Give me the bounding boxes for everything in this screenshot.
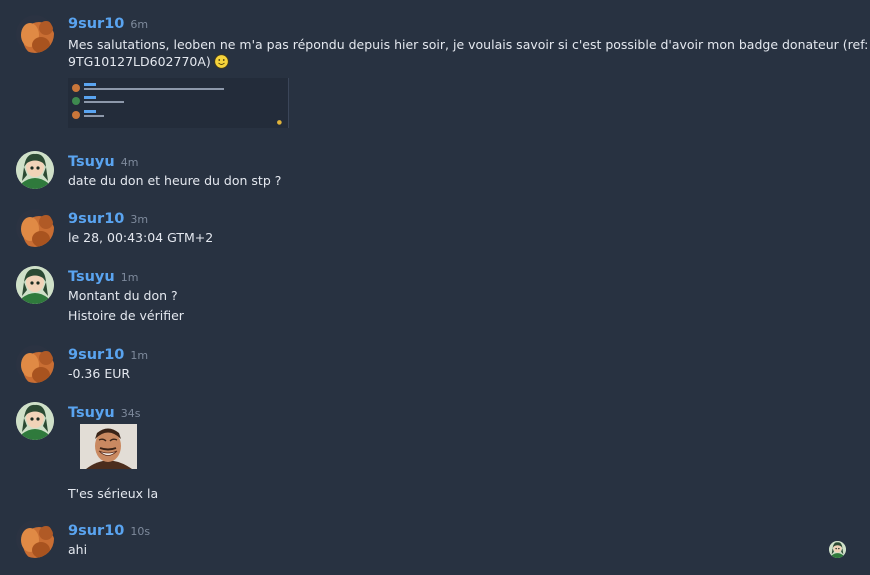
timestamp: 4m xyxy=(120,156,139,169)
laughing-man-icon xyxy=(80,424,137,469)
avatar[interactable] xyxy=(16,402,54,440)
message-header: Tsuyu 4m xyxy=(68,151,138,170)
timestamp: 10s xyxy=(130,525,151,538)
read-receipt-avatar-icon[interactable] xyxy=(829,541,846,558)
username[interactable]: 9sur10 xyxy=(68,347,124,363)
orange-character-avatar-icon xyxy=(16,15,54,53)
orange-character-avatar-icon xyxy=(16,209,54,247)
timestamp: 3m xyxy=(130,213,149,226)
avatar[interactable] xyxy=(16,266,54,304)
username[interactable]: 9sur10 xyxy=(68,16,124,32)
avatar[interactable] xyxy=(16,345,54,383)
slightly-smiling-emoji-icon xyxy=(214,54,229,69)
message-text-line-2: 9TG10127LD602770A) xyxy=(68,54,229,69)
message-text-fragment: 9TG10127LD602770A) xyxy=(68,54,211,69)
username[interactable]: Tsuyu xyxy=(68,154,115,170)
timestamp: 1m xyxy=(130,349,149,362)
message-text: Mes salutations, leoben ne m'a pas répon… xyxy=(68,37,869,52)
orange-character-avatar-icon xyxy=(16,345,54,383)
message-text: Histoire de vérifier xyxy=(68,308,184,323)
green-character-avatar-icon xyxy=(829,541,846,558)
green-character-avatar-icon xyxy=(16,402,54,440)
message-text: T'es sérieux la xyxy=(68,486,159,501)
message-header: Tsuyu 1m xyxy=(68,266,138,285)
message-header: 9sur10 6m xyxy=(68,13,148,32)
avatar[interactable] xyxy=(16,209,54,247)
message-header: 9sur10 3m xyxy=(68,208,148,227)
timestamp: 34s xyxy=(120,407,141,420)
message-header: 9sur10 1m xyxy=(68,344,148,363)
username[interactable]: Tsuyu xyxy=(68,269,115,285)
message-text: ahi xyxy=(68,542,88,557)
green-character-avatar-icon xyxy=(16,151,54,189)
username[interactable]: Tsuyu xyxy=(68,405,115,421)
message-text: le 28, 00:43:04 GTM+2 xyxy=(68,230,214,245)
username[interactable]: 9sur10 xyxy=(68,523,124,539)
message-header: Tsuyu 34s xyxy=(68,402,140,421)
timestamp: 1m xyxy=(120,271,139,284)
avatar[interactable] xyxy=(16,520,54,558)
green-character-avatar-icon xyxy=(16,266,54,304)
screenshot-thumbnail[interactable]: ● xyxy=(68,78,289,128)
message-text: -0.36 EUR xyxy=(68,366,131,381)
message-text: Montant du don ? xyxy=(68,288,178,303)
orange-character-avatar-icon xyxy=(16,520,54,558)
thumbnail-reaction-icon: ● xyxy=(276,119,282,126)
username[interactable]: 9sur10 xyxy=(68,211,124,227)
message-header: 9sur10 10s xyxy=(68,520,150,539)
timestamp: 6m xyxy=(130,18,149,31)
laughing-man-meme-image[interactable] xyxy=(80,424,137,469)
avatar[interactable] xyxy=(16,151,54,189)
message-text: date du don et heure du don stp ? xyxy=(68,173,282,188)
avatar[interactable] xyxy=(16,15,54,53)
